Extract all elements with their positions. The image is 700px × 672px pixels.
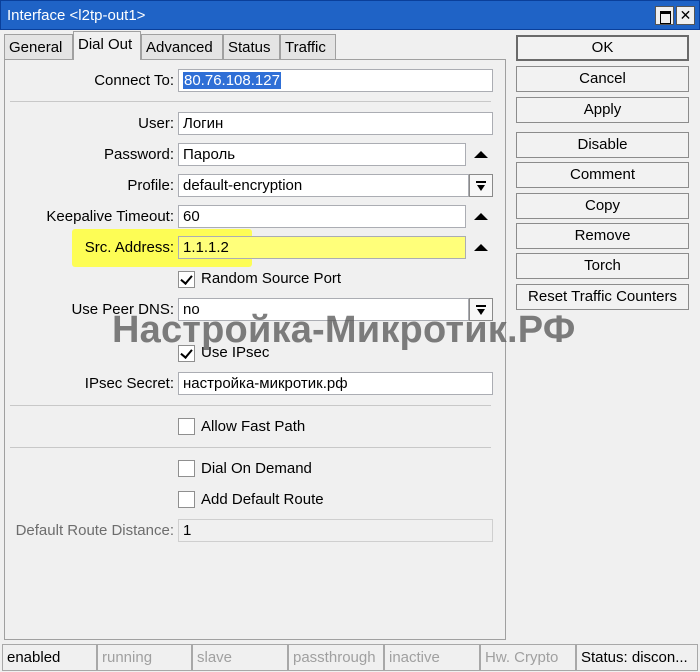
tab-general[interactable]: General	[4, 34, 73, 60]
password-input[interactable]: Пароль	[178, 143, 466, 166]
keepalive-input[interactable]: 60	[178, 205, 466, 228]
collapse-up-icon[interactable]	[474, 213, 488, 220]
window-titlebar: Interface <l2tp-out1> ✕	[0, 0, 700, 30]
tab-status[interactable]: Status	[223, 34, 280, 60]
user-input[interactable]: Логин	[178, 112, 493, 135]
comment-button[interactable]: Comment	[516, 162, 689, 188]
connect-to-value: 80.76.108.127	[183, 72, 281, 89]
collapse-up-icon[interactable]	[474, 244, 488, 251]
profile-label: Profile:	[127, 177, 174, 194]
copy-button[interactable]: Copy	[516, 193, 689, 219]
connect-to-input[interactable]: 80.76.108.127	[178, 69, 493, 92]
ipsec-secret-label: IPsec Secret:	[84, 375, 174, 392]
separator	[10, 447, 491, 448]
torch-button[interactable]: Torch	[516, 253, 689, 279]
ipsec-secret-input[interactable]: настройка-микротик.рф	[178, 372, 493, 395]
status-inactive: inactive	[384, 644, 480, 671]
password-label: Password:	[103, 146, 174, 163]
remove-button[interactable]: Remove	[516, 223, 689, 249]
status-passthrough: passthrough	[288, 644, 384, 671]
add-default-route-label: Add Default Route	[201, 491, 324, 508]
disable-button[interactable]: Disable	[516, 132, 689, 158]
reset-traffic-counters-button[interactable]: Reset Traffic Counters	[516, 284, 689, 310]
random-source-port-checkbox[interactable]	[178, 271, 195, 288]
dial-on-demand-checkbox[interactable]	[178, 460, 195, 477]
status-bar: enabled running slave passthrough inacti…	[0, 644, 700, 672]
src-address-input[interactable]: 1.1.1.2	[178, 236, 466, 259]
keepalive-label: Keepalive Timeout:	[46, 208, 174, 225]
tab-dial-out[interactable]: Dial Out	[73, 31, 141, 60]
watermark-text: Настройка-Микротик.РФ	[112, 309, 576, 351]
allow-fast-path-label: Allow Fast Path	[201, 418, 306, 435]
allow-fast-path-checkbox[interactable]	[178, 418, 195, 435]
status-enabled: enabled	[2, 644, 97, 671]
add-default-route-checkbox[interactable]	[178, 491, 195, 508]
src-address-label: Src. Address:	[84, 239, 174, 256]
window-title: Interface <l2tp-out1>	[7, 7, 146, 24]
maximize-icon[interactable]	[655, 6, 674, 25]
ok-button[interactable]: OK	[516, 35, 689, 61]
connect-to-label: Connect To:	[94, 72, 174, 89]
tab-advanced[interactable]: Advanced	[141, 34, 223, 60]
separator	[10, 101, 491, 102]
status-hw-crypto: Hw. Crypto	[480, 644, 576, 671]
cancel-button[interactable]: Cancel	[516, 66, 689, 92]
separator	[10, 405, 491, 406]
tab-traffic[interactable]: Traffic	[280, 34, 336, 60]
status-connection: Status: discon...	[576, 644, 698, 671]
close-icon[interactable]: ✕	[676, 6, 695, 25]
default-route-distance-label: Default Route Distance:	[15, 522, 174, 539]
status-slave: slave	[192, 644, 288, 671]
dropdown-icon[interactable]	[469, 174, 493, 197]
dial-on-demand-label: Dial On Demand	[201, 460, 312, 477]
user-label: User:	[138, 115, 174, 132]
random-source-port-label: Random Source Port	[201, 270, 342, 287]
apply-button[interactable]: Apply	[516, 97, 689, 123]
profile-select[interactable]: default-encryption	[178, 174, 469, 197]
default-route-distance-input: 1	[178, 519, 493, 542]
collapse-up-icon[interactable]	[474, 151, 488, 158]
status-running: running	[97, 644, 192, 671]
